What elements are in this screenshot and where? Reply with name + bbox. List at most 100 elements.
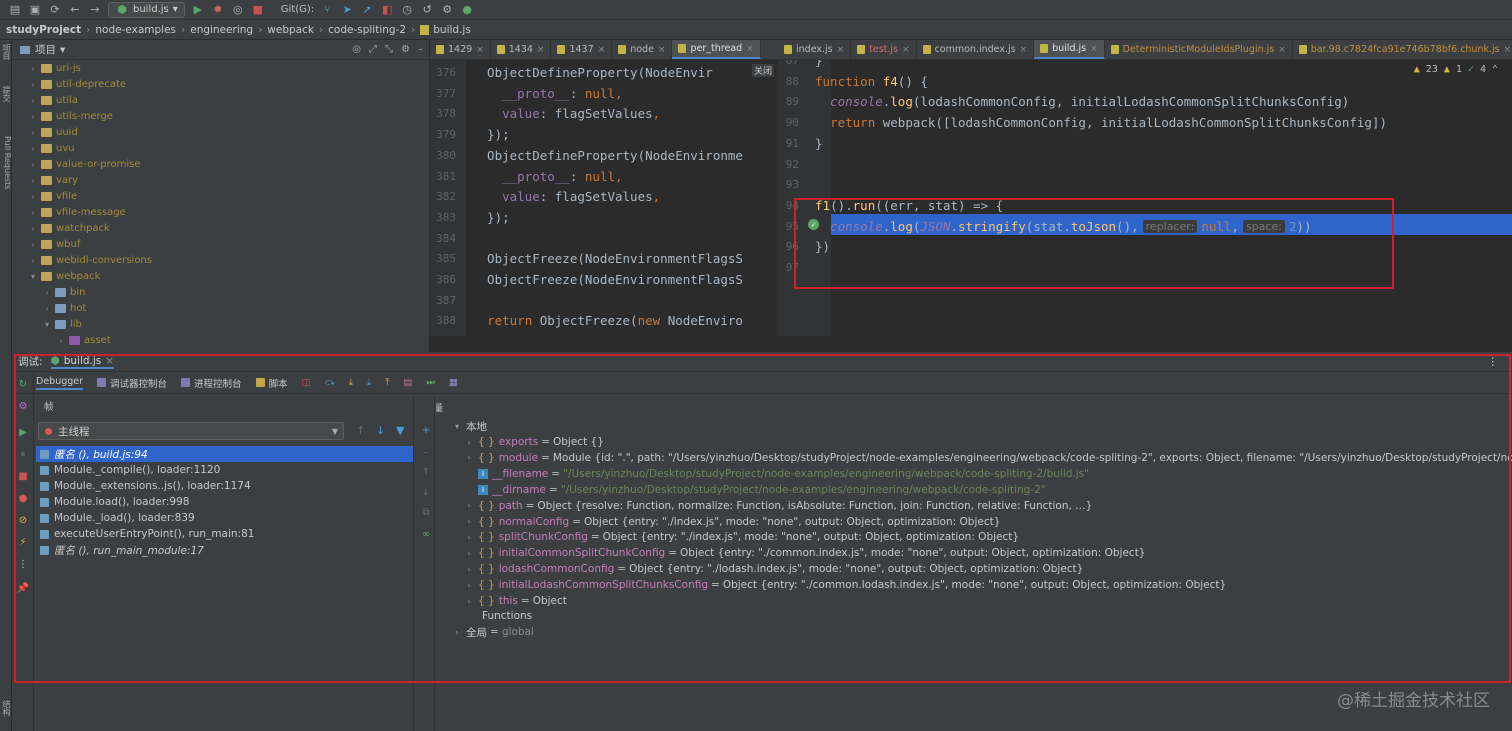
previous-frame-icon[interactable]: ↑	[356, 424, 365, 437]
right-editor[interactable]: 87} 88 function f4() {89 console. log (lodas…	[778, 60, 1512, 336]
debug-config-tab[interactable]: ⬢ build.js ×	[50, 355, 115, 369]
tree-item[interactable]: › utila	[12, 92, 429, 108]
chevron-right-icon[interactable]: ›	[28, 224, 38, 233]
stop-icon[interactable]: ■	[17, 470, 29, 482]
tree-item[interactable]: › watchpack	[12, 220, 429, 236]
tree-item[interactable]: › webidl-conversions	[12, 252, 429, 268]
close-icon[interactable]: ×	[1504, 45, 1512, 55]
breadcrumb-item[interactable]: node-examples	[95, 24, 176, 36]
tree-item[interactable]: › asset	[12, 332, 429, 348]
rollback-icon[interactable]: ↺	[420, 3, 434, 17]
variable-row[interactable]: › { } path = Object {resolve: Function, norm…	[464, 498, 1092, 514]
chevron-down-icon[interactable]: ▾	[60, 44, 65, 56]
breadcrumb-item[interactable]: studyProject	[6, 24, 81, 36]
copy-icon[interactable]: ⧉	[420, 506, 432, 518]
step-over-icon[interactable]: ⤼	[325, 377, 335, 388]
chevron-down-icon[interactable]: ▾	[42, 320, 52, 329]
glasses-icon[interactable]: ∞	[420, 528, 432, 540]
close-icon[interactable]: ×	[537, 45, 545, 55]
more-icon[interactable]: ⋮	[17, 558, 29, 570]
hide-icon[interactable]: –	[418, 44, 423, 55]
tree-item[interactable]: › uri-js	[12, 60, 429, 76]
chevron-right-icon[interactable]: ›	[28, 192, 38, 201]
close-icon[interactable]: ×	[476, 45, 484, 55]
chevron-right-icon[interactable]: ›	[28, 80, 38, 89]
variable-row[interactable]: I __filename = "/Users/yinzhuo/Desktop/stud…	[478, 466, 1089, 482]
tree-item[interactable]: ▾ webpack	[12, 268, 429, 284]
tree-item[interactable]: › util-deprecate	[12, 76, 429, 92]
close-icon[interactable]: ×	[105, 355, 114, 367]
chevron-right-icon[interactable]: ›	[28, 96, 38, 105]
variable-row[interactable]: › { } exports = Object {}	[464, 434, 604, 450]
settings-icon[interactable]: ⚙	[17, 400, 29, 412]
lightning-icon[interactable]: ⚡	[17, 536, 29, 548]
variable-row[interactable]: I __dirname = "/Users/yinzhuo/Desktop/study…	[478, 482, 1046, 498]
stack-frame[interactable]: Module._load(), loader:839	[36, 510, 413, 526]
run-config-select[interactable]: ⬢ build.js ▾	[108, 1, 185, 18]
editor-tab[interactable]: node ×	[612, 40, 673, 59]
close-icon[interactable]: ×	[1090, 44, 1098, 54]
chevron-right-icon[interactable]: ›	[56, 336, 66, 345]
chevron-right-icon[interactable]: ›	[28, 128, 38, 137]
editor-tab[interactable]: 1434 ×	[491, 40, 552, 59]
force-step-into-icon[interactable]: ⤓	[367, 377, 371, 388]
tree-item[interactable]: › hot	[12, 300, 429, 316]
breadcrumb-item[interactable]: engineering	[190, 24, 253, 36]
structure-tool-button[interactable]: 结构	[0, 700, 12, 716]
chevron-right-icon[interactable]: ›	[464, 438, 474, 447]
variable-row[interactable]: › { } initialCommonSplitChunkConfig = Object…	[464, 545, 1145, 561]
git-compare-icon[interactable]: ◧	[380, 3, 394, 17]
move-down-icon[interactable]: ↓	[420, 486, 432, 498]
chevron-right-icon[interactable]: ›	[464, 565, 474, 574]
tab-debugger-console[interactable]: 调试器控制台	[97, 376, 167, 390]
scope-local[interactable]: ▾ 本地	[452, 418, 487, 434]
add-watch-icon[interactable]: +	[420, 424, 432, 436]
locate-icon[interactable]: ◎	[352, 44, 361, 55]
project-tool-button[interactable]: 项目	[0, 44, 12, 60]
tree-item[interactable]: › vary	[12, 172, 429, 188]
coverage-icon[interactable]: ◎	[231, 3, 245, 17]
more-options-icon[interactable]: ⋮	[1488, 356, 1499, 368]
editor-tab[interactable]: index.js ×	[778, 40, 852, 59]
stop-icon[interactable]: ■	[251, 3, 265, 17]
settings-icon[interactable]: ⚙	[401, 44, 410, 55]
step-out-icon[interactable]: ⤒	[385, 377, 389, 388]
forward-icon[interactable]: →	[88, 3, 102, 17]
close-icon[interactable]: ×	[746, 44, 754, 54]
editor-tab[interactable]: build.js ×	[1034, 40, 1105, 59]
tree-item[interactable]: › vfile	[12, 188, 429, 204]
breakpoints-icon[interactable]: ●	[17, 492, 29, 504]
tree-item[interactable]: › value-or-promise	[12, 156, 429, 172]
stack-frame[interactable]: executeUserEntryPoint(), run_main:81	[36, 526, 413, 542]
editor-tab[interactable]: DeterministicModuleIdsPlugin.js ×	[1105, 40, 1293, 59]
tab-scripts[interactable]: 脚本	[255, 376, 288, 390]
variable-row[interactable]: › { } normalConfig = Object {entry: "./index…	[464, 514, 1000, 530]
tree-item[interactable]: ▾ lib	[12, 316, 429, 332]
tree-item[interactable]: › utils-merge	[12, 108, 429, 124]
editor-tab[interactable]: common.index.js ×	[917, 40, 1035, 59]
stack-frame[interactable]: Module.load(), loader:998	[36, 494, 413, 510]
variable-row[interactable]: › { } splitChunkConfig = Object {entry: "./i…	[464, 529, 1019, 545]
editor-tab[interactable]: test.js ×	[851, 40, 917, 59]
git-commit-icon[interactable]: ➤	[340, 3, 354, 17]
breadcrumb-item[interactable]: build.js	[433, 24, 471, 36]
chevron-right-icon[interactable]: ›	[28, 64, 38, 73]
close-icon[interactable]: ×	[837, 45, 845, 55]
resume-icon[interactable]: ▶	[17, 426, 29, 438]
pause-icon[interactable]: ⏸	[17, 448, 29, 460]
chevron-right-icon[interactable]: ›	[28, 160, 38, 169]
close-icon[interactable]: ×	[598, 45, 606, 55]
editor-tab[interactable]: 1429 ×	[430, 40, 491, 59]
commit-tool-button[interactable]: 提交	[0, 86, 12, 102]
functions-row[interactable]: Functions	[468, 608, 532, 624]
close-icon[interactable]: ×	[902, 45, 910, 55]
chevron-right-icon[interactable]: ›	[28, 208, 38, 217]
close-icon[interactable]: ×	[1278, 45, 1286, 55]
drop-frame-icon[interactable]: ▤	[403, 377, 412, 388]
rerun-icon[interactable]: ↻	[17, 378, 29, 390]
editor-tab[interactable]: 1437 ×	[551, 40, 613, 59]
editor-tab[interactable]: per_thread ×	[672, 40, 761, 59]
move-up-icon[interactable]: ↑	[420, 466, 432, 478]
stack-frame[interactable]: Module._compile(), loader:1120	[36, 462, 413, 478]
run-icon[interactable]: ▶	[191, 3, 205, 17]
